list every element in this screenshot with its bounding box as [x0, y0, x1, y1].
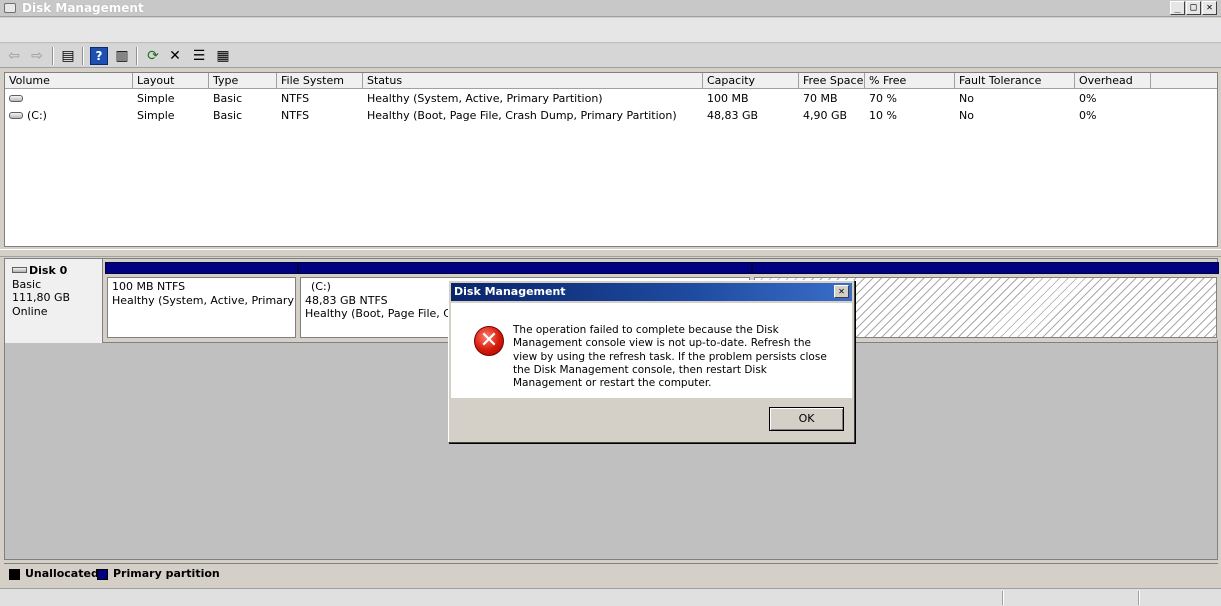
close-button[interactable]: ✕	[1202, 1, 1217, 15]
status-bar	[0, 588, 1221, 606]
column-header-volume[interactable]: Volume	[5, 73, 133, 89]
back-arrow-icon[interactable]: ⇦	[5, 47, 23, 65]
dialog-title: Disk Management	[454, 285, 566, 298]
dialog-message: The operation failed to complete because…	[513, 324, 827, 390]
fault-tolerance-cell: No	[959, 109, 974, 122]
partition-body: 100 MB NTFS Healthy (System, Active, Pri…	[107, 277, 296, 338]
primary-partition-bar	[298, 262, 752, 274]
overhead-cell: 0%	[1079, 109, 1097, 122]
disk-management-app-icon	[4, 3, 16, 13]
column-header-free-space[interactable]: Free Space	[799, 73, 865, 89]
file-system-cell: NTFS	[281, 109, 310, 122]
properties-icon[interactable]: ☰	[190, 47, 208, 65]
column-header-overhead[interactable]: Overhead	[1075, 73, 1151, 89]
volume-list-header: Volume Layout Type File System Status Ca…	[5, 73, 1217, 89]
error-dialog: Disk Management ✕ ✕ The operation failed…	[448, 280, 855, 443]
disk-info-panel[interactable]: Disk 0 Basic 111,80 GB Online	[5, 259, 103, 343]
volume-cell	[5, 90, 133, 107]
overhead-cell: 0%	[1079, 92, 1097, 105]
status-cell: Healthy (System, Active, Primary Partiti…	[367, 92, 603, 105]
primary-partition-swatch	[97, 569, 108, 580]
legend-primary-partition: Primary partition	[113, 567, 220, 580]
legend: Unallocated Primary partition	[4, 563, 1218, 584]
table-row[interactable]: Simple Basic NTFS Healthy (System, Activ…	[5, 90, 1217, 107]
partition-status: Healthy (System, Active, Primary Par	[112, 293, 296, 307]
dialog-body: ✕ The operation failed to complete becau…	[451, 303, 852, 398]
column-header-status[interactable]: Status	[363, 73, 703, 89]
toolbar: ⇦ ⇨ ▤ ? ▥ ⟳ ✕ ☰ ▦	[0, 44, 1221, 68]
disk-status: Online	[12, 304, 48, 318]
ok-button[interactable]: OK	[769, 407, 844, 431]
properties-pane-icon[interactable]: ▥	[113, 47, 131, 65]
fault-tolerance-cell: No	[959, 92, 974, 105]
drive-icon	[9, 111, 23, 119]
primary-partition-bar	[752, 262, 1219, 274]
type-cell: Basic	[213, 109, 243, 122]
delete-icon[interactable]: ✕	[166, 47, 184, 65]
free-space-cell: 70 MB	[803, 92, 838, 105]
partition-size: 100 MB NTFS	[112, 280, 186, 293]
column-header-percent-free[interactable]: % Free	[865, 73, 955, 89]
volume-name: (C:)	[27, 109, 47, 122]
refresh-icon[interactable]: ⟳	[144, 47, 162, 65]
disk-type: Basic	[12, 277, 42, 291]
title-bar: Disk Management _ □ ✕	[0, 0, 1221, 17]
export-icon[interactable]: ▦	[214, 47, 232, 65]
show-hide-tree-icon[interactable]: ▤	[59, 47, 77, 65]
primary-partition-bar	[105, 262, 298, 274]
percent-free-cell: 70 %	[869, 92, 897, 105]
status-bar-separator	[1002, 591, 1004, 605]
dialog-title-bar[interactable]: Disk Management ✕	[451, 283, 852, 301]
disk-icon	[12, 267, 27, 273]
partition-system-reserved[interactable]: 100 MB NTFS Healthy (System, Active, Pri…	[105, 262, 298, 340]
pane-splitter[interactable]	[0, 249, 1221, 257]
capacity-cell: 48,83 GB	[707, 109, 759, 122]
minimize-button[interactable]: _	[1170, 1, 1185, 15]
help-icon[interactable]: ?	[90, 47, 108, 65]
menu-bar	[0, 18, 1221, 43]
column-header-type[interactable]: Type	[209, 73, 277, 89]
window-title: Disk Management	[22, 1, 144, 15]
legend-unallocated: Unallocated	[25, 567, 99, 580]
column-header-layout[interactable]: Layout	[133, 73, 209, 89]
type-cell: Basic	[213, 92, 243, 105]
error-icon: ✕	[474, 326, 504, 356]
disk-name: Disk 0	[29, 264, 68, 277]
forward-arrow-icon[interactable]: ⇨	[28, 47, 46, 65]
column-header-file-system[interactable]: File System	[277, 73, 363, 89]
free-space-cell: 4,90 GB	[803, 109, 848, 122]
toolbar-separator	[136, 47, 138, 65]
disk-size: 111,80 GB	[12, 291, 71, 304]
layout-cell: Simple	[137, 92, 175, 105]
unallocated-swatch	[9, 569, 20, 580]
volume-list[interactable]: Volume Layout Type File System Status Ca…	[4, 72, 1218, 247]
toolbar-separator	[82, 47, 84, 65]
percent-free-cell: 10 %	[869, 109, 897, 122]
column-header-capacity[interactable]: Capacity	[703, 73, 799, 89]
file-system-cell: NTFS	[281, 92, 310, 105]
status-cell: Healthy (Boot, Page File, Crash Dump, Pr…	[367, 109, 677, 122]
table-row[interactable]: (C:) Simple Basic NTFS Healthy (Boot, Pa…	[5, 107, 1217, 124]
drive-icon	[9, 94, 23, 102]
toolbar-separator	[52, 47, 54, 65]
capacity-cell: 100 MB	[707, 92, 749, 105]
dialog-close-button[interactable]: ✕	[834, 285, 849, 298]
maximize-button[interactable]: □	[1186, 1, 1201, 15]
status-bar-separator	[1138, 591, 1140, 605]
layout-cell: Simple	[137, 109, 175, 122]
disk-name-line: Disk 0	[12, 264, 95, 278]
column-header-fault-tolerance[interactable]: Fault Tolerance	[955, 73, 1075, 89]
volume-cell: (C:)	[5, 107, 133, 124]
